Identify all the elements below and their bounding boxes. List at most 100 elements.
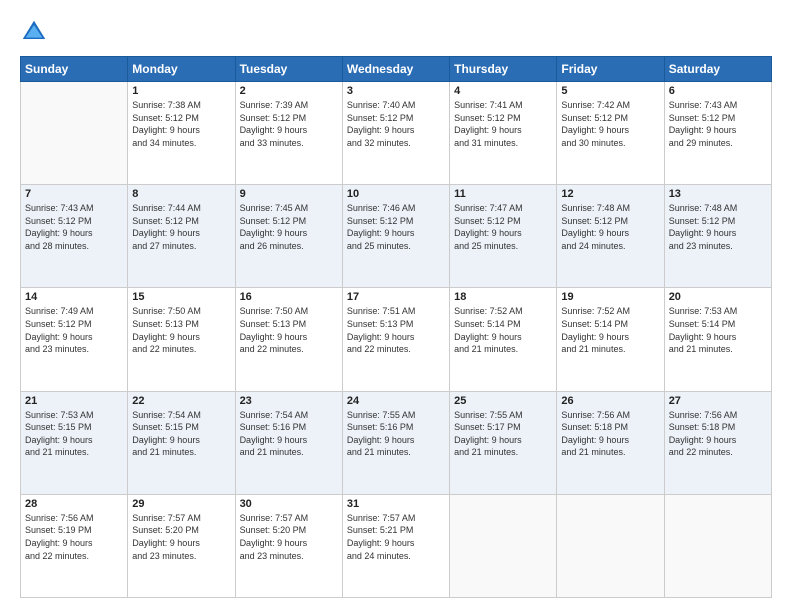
day-info: Sunrise: 7:54 AM Sunset: 5:15 PM Dayligh… [132, 409, 230, 459]
day-info: Sunrise: 7:50 AM Sunset: 5:13 PM Dayligh… [132, 305, 230, 355]
calendar-cell: 19Sunrise: 7:52 AM Sunset: 5:14 PM Dayli… [557, 288, 664, 391]
calendar-cell: 30 Sunrise: 7:57 AM Sunset: 5:20 PM Dayli… [235, 494, 342, 597]
calendar-cell: 4Sunrise: 7:41 AM Sunset: 5:12 PM Daylig… [450, 82, 557, 185]
day-info: Sunrise: 7:47 AM Sunset: 5:12 PM Dayligh… [454, 202, 552, 252]
calendar-cell: 13 Sunrise: 7:48 AM Sunset: 5:12 PM Dayli… [664, 185, 771, 288]
day-number: 6 [669, 85, 767, 97]
calendar-cell: 23 Sunrise: 7:54 AM Sunset: 5:16 PM Dayli… [235, 391, 342, 494]
header [20, 18, 772, 46]
calendar-cell: 3 Sunrise: 7:40 AM Sunset: 5:12 PM Daylig… [342, 82, 449, 185]
calendar-week-row: 28Sunrise: 7:56 AM Sunset: 5:19 PM Dayli… [21, 494, 772, 597]
calendar-cell: 18 Sunrise: 7:52 AM Sunset: 5:14 PM Dayli… [450, 288, 557, 391]
logo-icon [20, 18, 48, 46]
day-info: Sunrise: 7:56 AM Sunset: 5:18 PM Dayligh… [561, 409, 659, 459]
day-info: Sunrise: 7:38 AM Sunset: 5:12 PM Dayligh… [132, 99, 230, 149]
calendar-cell: 20 Sunrise: 7:53 AM Sunset: 5:14 PM Dayli… [664, 288, 771, 391]
day-info: Sunrise: 7:46 AM Sunset: 5:12 PM Dayligh… [347, 202, 445, 252]
day-info: Sunrise: 7:50 AM Sunset: 5:13 PM Dayligh… [240, 305, 338, 355]
calendar-cell: 15 Sunrise: 7:50 AM Sunset: 5:13 PM Dayli… [128, 288, 235, 391]
calendar-week-row: 1 Sunrise: 7:38 AM Sunset: 5:12 PM Daylig… [21, 82, 772, 185]
day-number: 21 [25, 395, 123, 407]
calendar-week-row: 14 Sunrise: 7:49 AM Sunset: 5:12 PM Dayli… [21, 288, 772, 391]
day-of-week-header: Wednesday [342, 57, 449, 82]
calendar-cell: 25Sunrise: 7:55 AM Sunset: 5:17 PM Dayli… [450, 391, 557, 494]
calendar-cell: 28Sunrise: 7:56 AM Sunset: 5:19 PM Dayli… [21, 494, 128, 597]
day-info: Sunrise: 7:51 AM Sunset: 5:13 PM Dayligh… [347, 305, 445, 355]
day-number: 4 [454, 85, 552, 97]
calendar-cell: 16 Sunrise: 7:50 AM Sunset: 5:13 PM Dayli… [235, 288, 342, 391]
day-number: 7 [25, 188, 123, 200]
day-info: Sunrise: 7:40 AM Sunset: 5:12 PM Dayligh… [347, 99, 445, 149]
calendar-cell: 21 Sunrise: 7:53 AM Sunset: 5:15 PM Dayli… [21, 391, 128, 494]
day-number: 22 [132, 395, 230, 407]
day-number: 5 [561, 85, 659, 97]
day-info: Sunrise: 7:39 AM Sunset: 5:12 PM Dayligh… [240, 99, 338, 149]
day-of-week-header: Sunday [21, 57, 128, 82]
calendar-cell [21, 82, 128, 185]
day-number: 10 [347, 188, 445, 200]
day-info: Sunrise: 7:55 AM Sunset: 5:17 PM Dayligh… [454, 409, 552, 459]
calendar-week-row: 7 Sunrise: 7:43 AM Sunset: 5:12 PM Daylig… [21, 185, 772, 288]
calendar-cell: 11 Sunrise: 7:47 AM Sunset: 5:12 PM Dayli… [450, 185, 557, 288]
page: SundayMondayTuesdayWednesdayThursdayFrid… [0, 0, 792, 612]
calendar-cell: 10 Sunrise: 7:46 AM Sunset: 5:12 PM Dayli… [342, 185, 449, 288]
day-number: 13 [669, 188, 767, 200]
day-info: Sunrise: 7:52 AM Sunset: 5:14 PM Dayligh… [454, 305, 552, 355]
calendar-cell [664, 494, 771, 597]
day-number: 18 [454, 291, 552, 303]
day-of-week-header: Tuesday [235, 57, 342, 82]
day-number: 27 [669, 395, 767, 407]
calendar-cell: 29 Sunrise: 7:57 AM Sunset: 5:20 PM Dayli… [128, 494, 235, 597]
day-info: Sunrise: 7:49 AM Sunset: 5:12 PM Dayligh… [25, 305, 123, 355]
calendar-cell: 31Sunrise: 7:57 AM Sunset: 5:21 PM Dayli… [342, 494, 449, 597]
day-of-week-header: Friday [557, 57, 664, 82]
day-number: 15 [132, 291, 230, 303]
day-info: Sunrise: 7:42 AM Sunset: 5:12 PM Dayligh… [561, 99, 659, 149]
day-info: Sunrise: 7:48 AM Sunset: 5:12 PM Dayligh… [561, 202, 659, 252]
logo [20, 18, 52, 46]
calendar-cell: 12 Sunrise: 7:48 AM Sunset: 5:12 PM Dayli… [557, 185, 664, 288]
day-number: 23 [240, 395, 338, 407]
day-of-week-header: Monday [128, 57, 235, 82]
calendar-cell: 17 Sunrise: 7:51 AM Sunset: 5:13 PM Dayli… [342, 288, 449, 391]
day-info: Sunrise: 7:52 AM Sunset: 5:14 PM Dayligh… [561, 305, 659, 355]
day-number: 29 [132, 498, 230, 510]
calendar-table: SundayMondayTuesdayWednesdayThursdayFrid… [20, 56, 772, 598]
day-info: Sunrise: 7:56 AM Sunset: 5:19 PM Dayligh… [25, 512, 123, 562]
day-info: Sunrise: 7:54 AM Sunset: 5:16 PM Dayligh… [240, 409, 338, 459]
calendar-cell: 24Sunrise: 7:55 AM Sunset: 5:16 PM Dayli… [342, 391, 449, 494]
day-number: 1 [132, 85, 230, 97]
day-info: Sunrise: 7:57 AM Sunset: 5:21 PM Dayligh… [347, 512, 445, 562]
day-number: 2 [240, 85, 338, 97]
calendar-cell: 27Sunrise: 7:56 AM Sunset: 5:18 PM Dayli… [664, 391, 771, 494]
calendar-header-row: SundayMondayTuesdayWednesdayThursdayFrid… [21, 57, 772, 82]
day-info: Sunrise: 7:43 AM Sunset: 5:12 PM Dayligh… [25, 202, 123, 252]
day-number: 12 [561, 188, 659, 200]
day-info: Sunrise: 7:57 AM Sunset: 5:20 PM Dayligh… [240, 512, 338, 562]
day-number: 20 [669, 291, 767, 303]
day-number: 17 [347, 291, 445, 303]
day-number: 3 [347, 85, 445, 97]
day-of-week-header: Thursday [450, 57, 557, 82]
day-number: 8 [132, 188, 230, 200]
day-info: Sunrise: 7:53 AM Sunset: 5:14 PM Dayligh… [669, 305, 767, 355]
calendar-cell: 6 Sunrise: 7:43 AM Sunset: 5:12 PM Daylig… [664, 82, 771, 185]
day-number: 14 [25, 291, 123, 303]
calendar-cell [557, 494, 664, 597]
calendar-cell: 7 Sunrise: 7:43 AM Sunset: 5:12 PM Daylig… [21, 185, 128, 288]
day-number: 26 [561, 395, 659, 407]
calendar-cell: 5 Sunrise: 7:42 AM Sunset: 5:12 PM Daylig… [557, 82, 664, 185]
calendar-week-row: 21 Sunrise: 7:53 AM Sunset: 5:15 PM Dayli… [21, 391, 772, 494]
day-number: 30 [240, 498, 338, 510]
day-number: 16 [240, 291, 338, 303]
calendar-cell [450, 494, 557, 597]
day-number: 9 [240, 188, 338, 200]
day-info: Sunrise: 7:48 AM Sunset: 5:12 PM Dayligh… [669, 202, 767, 252]
calendar-cell: 9 Sunrise: 7:45 AM Sunset: 5:12 PM Daylig… [235, 185, 342, 288]
day-info: Sunrise: 7:44 AM Sunset: 5:12 PM Dayligh… [132, 202, 230, 252]
day-info: Sunrise: 7:53 AM Sunset: 5:15 PM Dayligh… [25, 409, 123, 459]
day-info: Sunrise: 7:45 AM Sunset: 5:12 PM Dayligh… [240, 202, 338, 252]
day-number: 11 [454, 188, 552, 200]
day-info: Sunrise: 7:43 AM Sunset: 5:12 PM Dayligh… [669, 99, 767, 149]
day-info: Sunrise: 7:57 AM Sunset: 5:20 PM Dayligh… [132, 512, 230, 562]
